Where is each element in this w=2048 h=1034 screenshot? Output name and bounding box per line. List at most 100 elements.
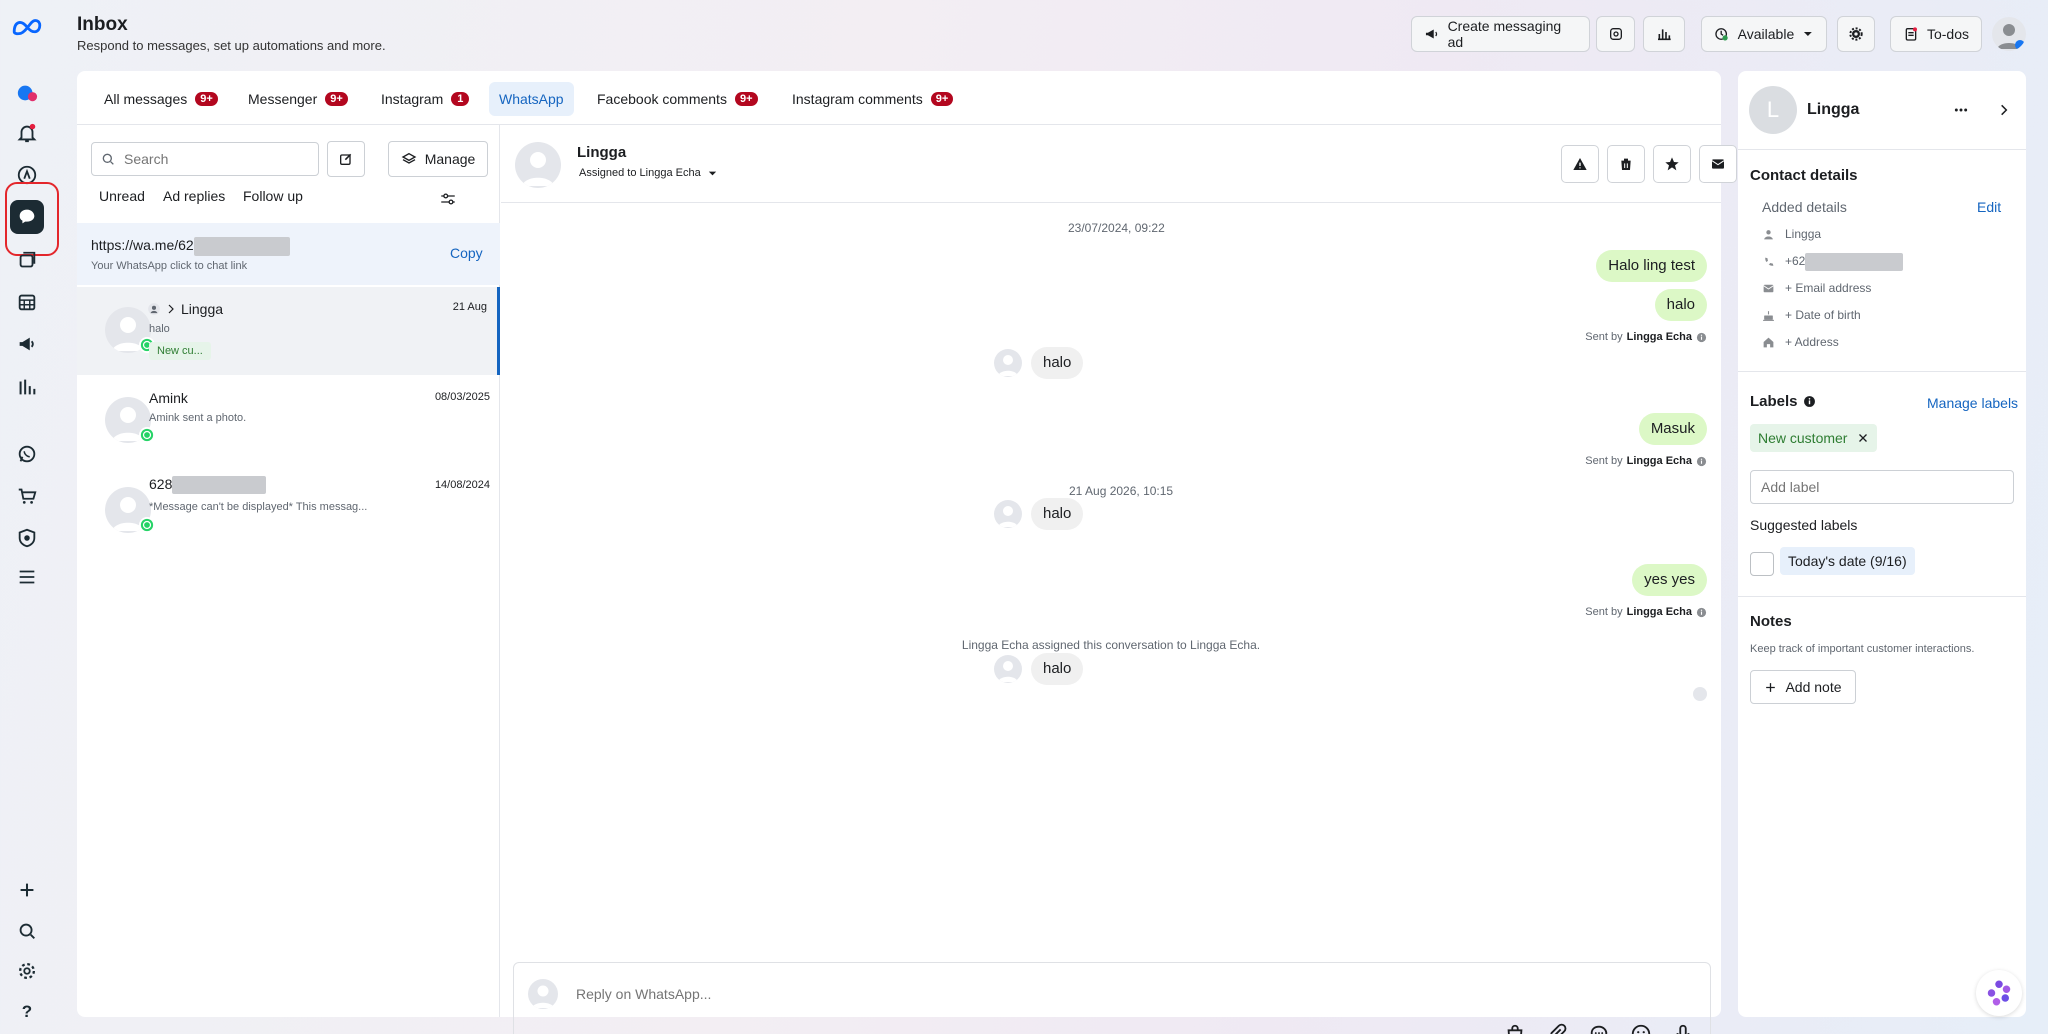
copy-link-button[interactable]: Copy: [450, 245, 483, 261]
divider: [1738, 371, 2026, 372]
redacted-number: [193, 237, 290, 256]
conversation-item-lingga[interactable]: Lingga halo 21 Aug New cu...: [77, 287, 500, 375]
availability-dropdown[interactable]: Available: [1701, 16, 1827, 52]
menu-icon[interactable]: [10, 560, 44, 594]
meta-logo-icon[interactable]: [10, 10, 44, 44]
add-address-row[interactable]: + Address: [1762, 335, 1839, 349]
tab-instagram-comments[interactable]: Instagram comments 9+: [782, 82, 963, 116]
sent-by-line: Sent by Lingga Echa: [1585, 455, 1707, 467]
divider: [1738, 596, 2026, 597]
conversation-preview: Amink sent a photo.: [149, 412, 247, 424]
todos-button[interactable]: To-dos: [1890, 16, 1982, 52]
message-bubble-outgoing: yes yes: [1632, 564, 1707, 596]
labels-header: Labels: [1750, 393, 1816, 410]
shopping-bag-icon[interactable]: [1504, 1023, 1526, 1034]
ai-assistant-button[interactable]: [1976, 970, 2022, 1016]
chat-thread: Lingga Assigned to Lingga Echa 23/07/202…: [501, 125, 1783, 1034]
add-note-button[interactable]: Add note: [1750, 670, 1856, 704]
filter-settings-button[interactable]: [439, 190, 457, 208]
add-address-label: + Address: [1785, 335, 1839, 349]
create-messaging-ad-button[interactable]: Create messaging ad: [1411, 16, 1590, 52]
todos-label: To-dos: [1926, 26, 1970, 42]
search-box[interactable]: [91, 142, 319, 176]
mark-unread-button[interactable]: [1699, 145, 1737, 183]
settings-button[interactable]: [1837, 16, 1875, 52]
reply-input[interactable]: [576, 981, 1476, 1007]
conversation-title: 628: [149, 476, 267, 495]
ads-megaphone-icon[interactable]: [10, 327, 44, 361]
info-icon[interactable]: [1803, 395, 1816, 408]
attachment-icon[interactable]: [1546, 1023, 1568, 1034]
more-options-button[interactable]: [1950, 99, 1972, 121]
inbox-nav-icon[interactable]: [10, 200, 44, 234]
insights-icon[interactable]: [10, 370, 44, 404]
compose-button[interactable]: [327, 141, 365, 177]
close-icon[interactable]: [1857, 432, 1869, 444]
manage-button[interactable]: Manage: [388, 141, 488, 177]
suggested-labels-title: Suggested labels: [1750, 517, 1858, 533]
help-icon[interactable]: ?: [10, 995, 44, 1029]
commerce-cart-icon[interactable]: [10, 479, 44, 513]
filter-ad-replies[interactable]: Ad replies: [163, 188, 225, 204]
unread-badge: 9+: [734, 92, 758, 106]
search-input[interactable]: [124, 151, 304, 167]
saved-reply-icon[interactable]: [1588, 1023, 1610, 1034]
posts-icon[interactable]: [10, 244, 44, 278]
sender-name: Lingga Echa: [1626, 455, 1692, 467]
conversation-name: 628: [149, 476, 173, 492]
tab-instagram[interactable]: Instagram 1: [371, 82, 479, 116]
add-email-label: + Email address: [1785, 281, 1872, 295]
add-email-row[interactable]: + Email address: [1762, 281, 1871, 295]
redacted-number: [172, 476, 267, 495]
edit-details-button[interactable]: Edit: [1977, 199, 2001, 215]
detail-name: Lingga: [1785, 227, 1822, 241]
search-icon[interactable]: [10, 914, 44, 948]
conversation-date: 14/08/2024: [434, 479, 490, 491]
conversation-item-628[interactable]: 628 *Message can't be displayed* This me…: [77, 467, 500, 555]
profile-avatar[interactable]: [1992, 17, 2026, 51]
star-button[interactable]: [1653, 145, 1691, 183]
chevron-down-icon: [708, 171, 716, 175]
tab-messenger[interactable]: Messenger 9+: [238, 82, 358, 116]
shield-icon[interactable]: [10, 521, 44, 555]
whatsapp-nav-icon[interactable]: [10, 437, 44, 471]
redacted-number: [1805, 253, 1904, 271]
tab-label: WhatsApp: [499, 91, 564, 107]
availability-label: Available: [1737, 26, 1795, 42]
microphone-icon[interactable]: [1672, 1023, 1694, 1034]
sender-name: Lingga Echa: [1626, 606, 1692, 618]
assignee-dropdown[interactable]: Assigned to Lingga Echa: [579, 167, 718, 179]
insights-button[interactable]: [1643, 16, 1685, 52]
automation-button[interactable]: [1596, 16, 1635, 52]
manage-labels-link[interactable]: Manage labels: [1927, 395, 2018, 411]
collapse-panel-button[interactable]: [1993, 99, 2015, 121]
tab-all-messages[interactable]: All messages 9+: [94, 82, 228, 116]
emoji-icon[interactable]: [1630, 1023, 1652, 1034]
automation-icon: [1609, 28, 1622, 40]
conversation-item-amink[interactable]: Amink Amink sent a photo. 08/03/2025: [77, 377, 500, 465]
gear-icon[interactable]: [10, 954, 44, 988]
notes-title: Notes: [1750, 613, 1792, 630]
calendar-icon[interactable]: [10, 285, 44, 319]
whatsapp-icon: [139, 427, 155, 443]
delete-button[interactable]: [1607, 145, 1645, 183]
mark-spam-button[interactable]: [1561, 145, 1599, 183]
suggested-label-chip[interactable]: Today's date (9/16): [1780, 547, 1915, 575]
add-dob-row[interactable]: + Date of birth: [1762, 308, 1861, 322]
filter-follow-up[interactable]: Follow up: [243, 188, 303, 204]
unread-badge: 9+: [930, 92, 954, 106]
sent-by-line: Sent by Lingga Echa: [1585, 331, 1707, 343]
accounts-icon[interactable]: [10, 76, 44, 110]
plus-icon[interactable]: [10, 873, 44, 907]
filter-unread[interactable]: Unread: [99, 188, 145, 204]
unread-badge: 1: [451, 92, 470, 106]
add-label-input[interactable]: [1750, 470, 2014, 504]
contact-avatar-small: [994, 500, 1022, 528]
notifications-icon[interactable]: [10, 116, 44, 150]
suggested-label-checkbox[interactable]: [1750, 552, 1774, 576]
tab-whatsapp[interactable]: WhatsApp: [489, 82, 574, 116]
message-timestamp: 23/07/2024, 09:22: [1068, 221, 1165, 235]
message-bubble-outgoing: halo: [1654, 289, 1707, 321]
tab-facebook-comments[interactable]: Facebook comments 9+: [587, 82, 768, 116]
label-chip-text: New customer: [1758, 430, 1848, 446]
